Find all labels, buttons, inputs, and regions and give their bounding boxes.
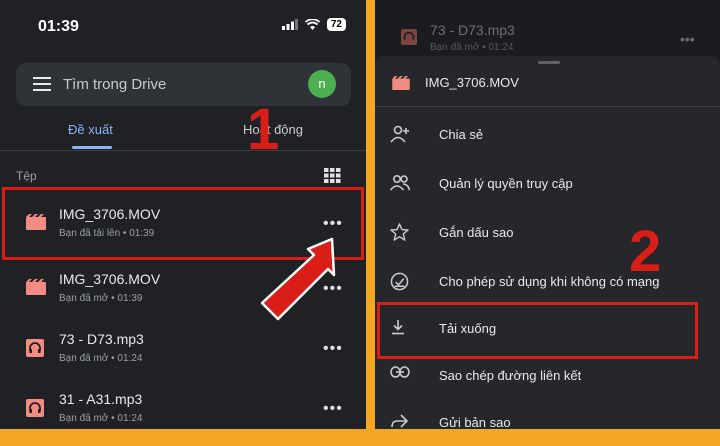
wifi-icon xyxy=(304,19,320,30)
offline-icon xyxy=(390,272,409,291)
status-icons: 72 xyxy=(281,18,346,31)
star-icon xyxy=(390,223,409,241)
status-time: 01:39 xyxy=(38,18,79,35)
arrow-pointer-icon xyxy=(260,237,336,321)
menu-item-star[interactable]: Gắn dấu sao xyxy=(375,210,720,256)
active-tab-indicator xyxy=(72,146,112,149)
menu-item-manage-access[interactable]: Quản lý quyền truy cập xyxy=(375,161,720,207)
file-meta: Bạn đã mở • 01:24 xyxy=(430,42,514,53)
more-options-icon[interactable]: ••• xyxy=(323,341,343,357)
link-icon xyxy=(390,366,410,378)
tab-suggested[interactable]: Đề xuất xyxy=(68,122,113,137)
avatar[interactable]: n xyxy=(308,70,336,98)
tab-divider xyxy=(0,150,366,151)
options-bottom-sheet: IMG_3706.MOV Chia sẻ Quản lý quyền truy … xyxy=(375,56,720,430)
file-meta: Bạn đã mở • 01:24 xyxy=(59,413,143,424)
menu-item-offline[interactable]: Cho phép sử dụng khi không có mạng xyxy=(375,259,720,305)
audio-icon xyxy=(26,399,44,417)
menu-item-share[interactable]: Chia sẻ xyxy=(375,112,720,158)
step-number-2: 2 xyxy=(629,219,662,284)
sheet-drag-handle[interactable] xyxy=(538,61,560,64)
file-name: 73 - D73.mp3 xyxy=(430,22,515,38)
video-icon xyxy=(392,76,410,90)
grid-view-icon[interactable] xyxy=(324,168,341,183)
step-number-1: 1 xyxy=(247,97,280,162)
people-icon xyxy=(390,174,410,191)
more-options-icon[interactable]: ••• xyxy=(323,401,343,417)
sheet-divider xyxy=(375,106,720,107)
file-row[interactable]: 31 - A31.mp3 Bạn đã mở • 01:24 ••• xyxy=(0,378,366,429)
files-section-label: Tệp xyxy=(16,169,37,183)
menu-item-send-copy[interactable]: Gửi bản sao xyxy=(375,400,720,446)
menu-item-copy-link[interactable]: Sao chép đường liên kết xyxy=(375,353,720,399)
audio-icon xyxy=(401,29,417,45)
search-bar[interactable]: Tìm trong Drive n xyxy=(16,63,351,106)
file-name: IMG_3706.MOV xyxy=(59,271,161,287)
battery-indicator: 72 xyxy=(326,18,346,31)
menu-item-label: Gắn dấu sao xyxy=(439,225,514,240)
file-meta: Bạn đã mở • 01:39 xyxy=(59,293,143,304)
share-icon xyxy=(391,414,408,428)
panel-divider xyxy=(366,0,375,429)
menu-item-label: Sao chép đường liên kết xyxy=(439,368,582,383)
menu-item-label: Quản lý quyền truy cập xyxy=(439,176,573,191)
drive-home-screen: 01:39 72 Tìm trong Drive n Đề xuất Hoạt … xyxy=(0,0,366,429)
search-input[interactable]: Tìm trong Drive xyxy=(63,76,166,93)
menu-item-label: Cho phép sử dụng khi không có mạng xyxy=(439,274,660,289)
hamburger-menu-icon[interactable] xyxy=(33,77,51,91)
signal-icon xyxy=(281,19,298,30)
file-name: 31 - A31.mp3 xyxy=(59,391,143,407)
menu-item-label: Chia sẻ xyxy=(439,127,484,142)
video-icon xyxy=(26,279,46,295)
file-name: 73 - D73.mp3 xyxy=(59,331,144,347)
menu-item-label: Gửi bản sao xyxy=(439,415,511,430)
file-row[interactable]: 73 - D73.mp3 Bạn đã mở • 01:24 ••• xyxy=(0,318,366,380)
highlight-box-step2 xyxy=(377,302,698,359)
person-add-icon xyxy=(390,125,409,143)
audio-icon xyxy=(26,339,44,357)
file-meta: Bạn đã mở • 01:24 xyxy=(59,353,143,364)
sheet-title: IMG_3706.MOV xyxy=(425,75,519,90)
more-options-icon: ••• xyxy=(680,31,695,47)
